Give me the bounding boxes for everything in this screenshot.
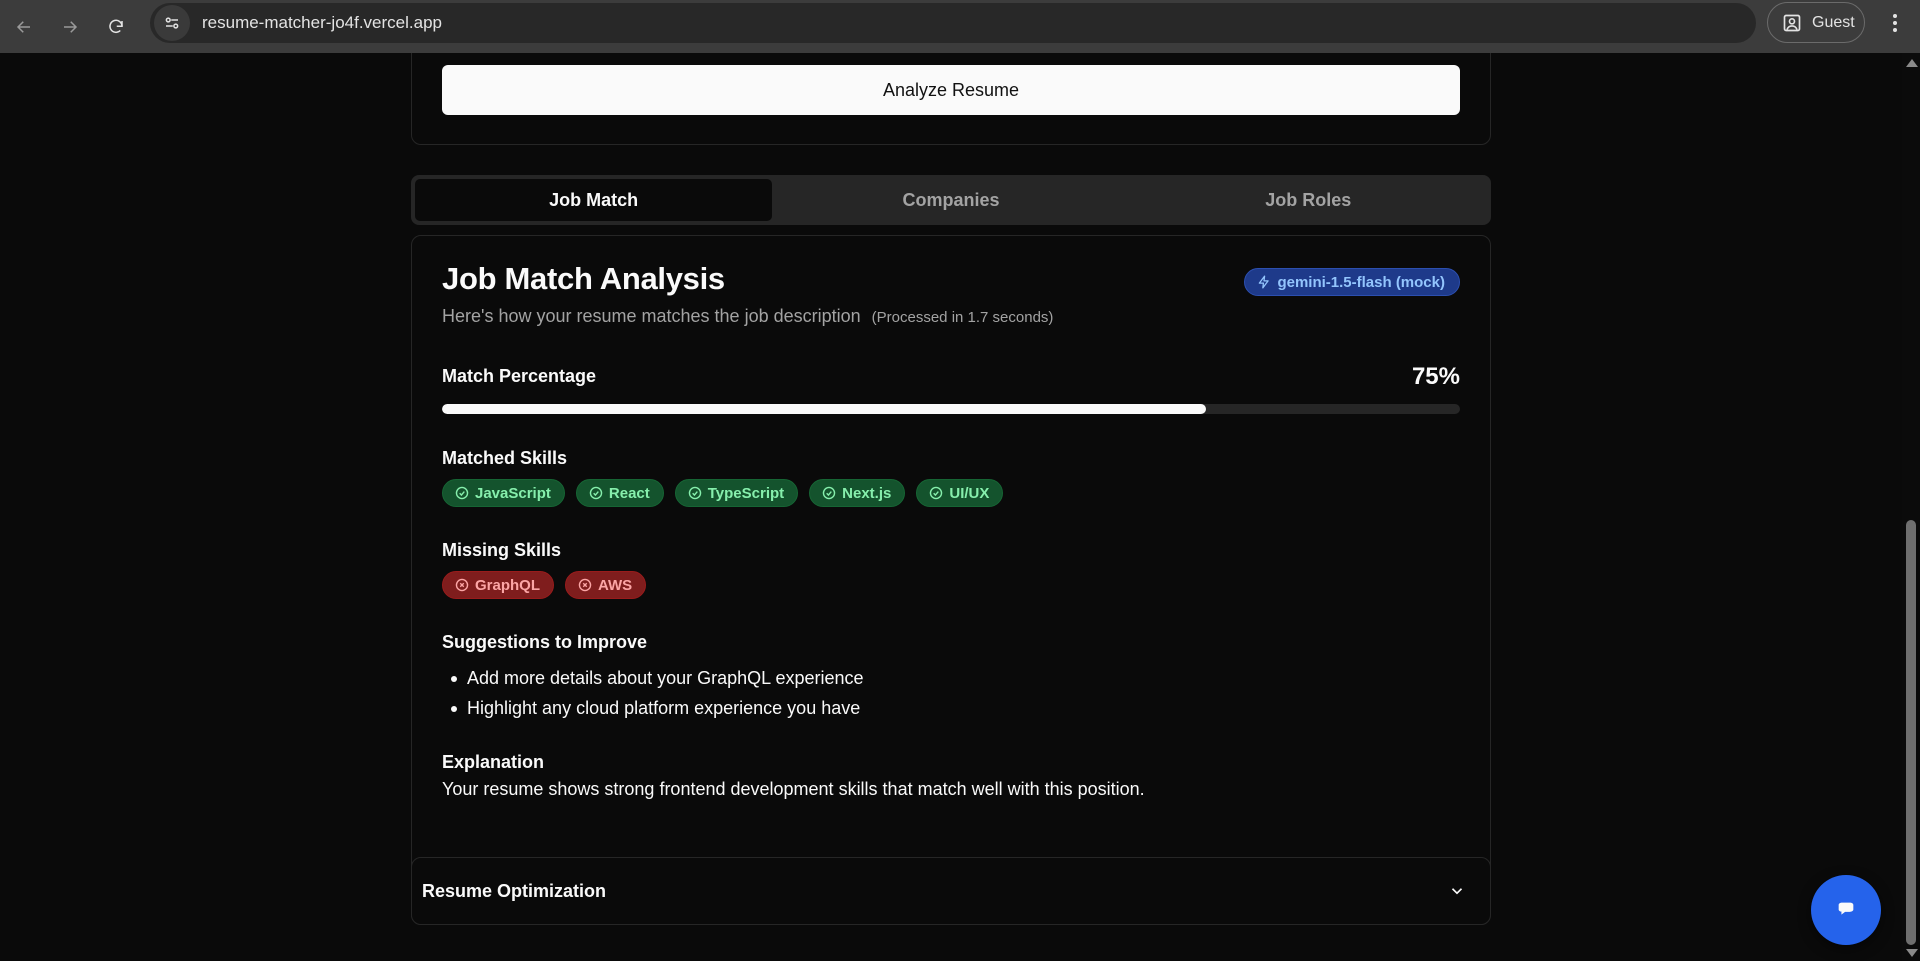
chat-button[interactable] [1811,875,1881,945]
check-circle-icon [930,486,943,500]
matched-skill-chip: Next.js [809,479,906,507]
card-title: Job Match Analysis [442,261,725,296]
matched-skill-label: JavaScript [475,484,551,502]
check-circle-icon [688,486,701,500]
reload-button[interactable] [94,5,138,49]
suggestion-item: Add more details about your GraphQL expe… [442,663,864,693]
matched-skill-label: Next.js [842,484,892,502]
scroll-up-arrow[interactable] [1906,59,1918,67]
check-circle-icon [822,486,836,500]
explanation-label: Explanation [442,752,545,772]
missing-skills-list: GraphQL AWS [442,571,647,599]
matched-skill-chip: React [575,479,664,507]
matched-skill-label: React [608,484,650,502]
profile-label: Guest [1812,13,1855,31]
suggestions-label: Suggestions to Improve [442,632,648,652]
forward-icon [64,20,78,33]
processed-time: (Processed in 1.7 seconds) [871,309,1054,326]
scroll-down-arrow[interactable] [1906,949,1918,957]
missing-skill-label: GraphQL [475,576,541,594]
forward-button[interactable] [48,5,92,49]
url-text: resume-matcher-jo4f.vercel.app [202,13,442,32]
page-scrollbar[interactable] [1902,53,1920,961]
result-tabs: Job Match Companies Job Roles [411,175,1491,225]
match-progress-fill [442,404,1206,414]
upload-card: Analyze Resume [411,53,1491,145]
match-progress-bar [442,404,1460,414]
suggestions-list: Add more details about your GraphQL expe… [442,663,864,723]
matched-skills-list: JavaScript React TypeScript Next.js UI/U… [442,479,1004,507]
match-percentage-label: Match Percentage [442,366,597,386]
site-info-button[interactable] [154,5,190,41]
x-circle-icon [455,578,469,592]
back-icon [16,20,30,33]
suggestion-item: Highlight any cloud platform experience … [442,693,864,723]
matched-skill-label: TypeScript [707,484,785,502]
site-info-icon [165,17,179,29]
address-bar[interactable]: resume-matcher-jo4f.vercel.app [150,3,1756,43]
scroll-thumb[interactable] [1906,520,1916,945]
missing-skill-chip: AWS [565,571,647,599]
check-circle-icon [455,486,469,500]
check-circle-icon [589,486,603,500]
missing-skill-label: AWS [598,576,633,594]
chat-bubble-icon [1838,902,1854,915]
card-subtitle: Here's how your resume matches the job d… [442,306,1053,327]
matched-skill-label: UI/UX [949,484,990,502]
profile-icon [1783,14,1801,31]
browser-toolbar: resume-matcher-jo4f.vercel.app Guest [0,0,1920,53]
matched-skills-label: Matched Skills [442,448,568,468]
match-percentage-value: 75% [1411,363,1460,390]
tab-job-match[interactable]: Job Match [415,179,773,221]
back-button[interactable] [2,5,46,49]
page-content: Analyze Resume Job Match Companies Job R… [0,53,1902,961]
job-match-card: Job Match Analysis gemini-1.5-flash (moc… [411,235,1491,925]
browser-menu-button[interactable] [1880,5,1910,41]
lightning-icon [1259,275,1270,289]
tab-job-roles[interactable]: Job Roles [1130,179,1487,221]
x-circle-icon [578,578,592,592]
tab-companies[interactable]: Companies [772,179,1129,221]
matched-skill-chip: UI/UX [916,479,1004,507]
matched-skill-chip: TypeScript [674,479,799,507]
explanation-text: Your resume shows strong frontend develo… [442,779,1145,799]
chevron-down-icon [1451,888,1463,895]
subtitle-text: Here's how your resume matches the job d… [442,306,861,326]
model-badge: gemini-1.5-flash (mock) [1244,268,1460,296]
analyze-resume-button[interactable]: Analyze Resume [442,65,1460,115]
resume-optimization-accordion[interactable]: Resume Optimization [411,857,1491,925]
missing-skills-label: Missing Skills [442,540,562,560]
profile-button[interactable]: Guest [1767,2,1865,43]
matched-skill-chip: JavaScript [442,479,565,507]
accordion-label: Resume Optimization [422,880,607,901]
missing-skill-chip: GraphQL [442,571,555,599]
more-vert-icon [1893,14,1897,32]
reload-icon [109,19,123,33]
model-badge-label: gemini-1.5-flash (mock) [1277,273,1445,291]
